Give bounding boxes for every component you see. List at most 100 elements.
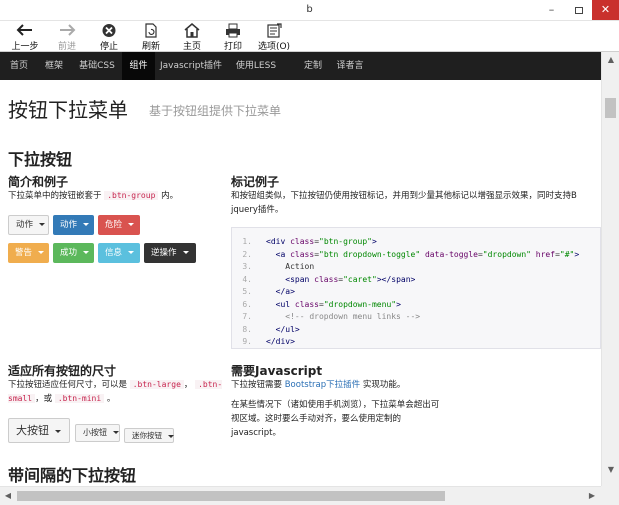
caret-down-icon bbox=[83, 223, 90, 226]
code-token: </div> bbox=[266, 337, 295, 346]
page-subtitle: 基于按钮组提供下拉菜单 bbox=[149, 104, 282, 118]
maximize-icon bbox=[574, 7, 583, 14]
scroll-down-icon[interactable]: ▼ bbox=[602, 462, 619, 478]
home-label: 主页 bbox=[182, 42, 201, 52]
back-label: 上一步 bbox=[11, 42, 39, 52]
code-token: class bbox=[290, 249, 315, 259]
small-dropdown-button[interactable]: 小按钮 bbox=[75, 424, 120, 442]
button-label: 大按钮 bbox=[16, 424, 49, 437]
code-token: > bbox=[396, 299, 401, 309]
intro-text-after: 内。 bbox=[161, 191, 179, 201]
nav-item-javascript[interactable]: Javascript插件 bbox=[155, 52, 227, 80]
options-icon bbox=[255, 23, 293, 39]
code-token: <span bbox=[266, 274, 315, 284]
nav-item-framework[interactable]: 框架 bbox=[39, 52, 69, 80]
line-number: 6. bbox=[242, 299, 252, 309]
scroll-up-icon[interactable]: ▲ bbox=[602, 52, 619, 68]
button-label: 成功 bbox=[60, 248, 78, 258]
caret-down-icon bbox=[128, 251, 135, 254]
code-token: "btn dropdown-toggle" bbox=[319, 249, 421, 259]
success-dropdown[interactable]: 成功 bbox=[53, 243, 94, 263]
code-token: <div bbox=[266, 237, 291, 246]
large-dropdown-button[interactable]: 大按钮 bbox=[8, 418, 70, 443]
sizes-separator: ， bbox=[183, 380, 193, 390]
code-token: <a bbox=[266, 249, 291, 259]
minimize-button[interactable]: – bbox=[538, 0, 565, 20]
caret-down-icon bbox=[113, 431, 119, 434]
code-token: </ul> bbox=[266, 324, 300, 334]
close-button[interactable]: ✕ bbox=[592, 0, 619, 20]
dropdown-plugin-link[interactable]: Bootstrap下拉插件 bbox=[285, 380, 360, 390]
nav-item-base-css[interactable]: 基础CSS bbox=[72, 52, 122, 80]
section-title-split-buttons: 带间隔的下拉按钮 bbox=[8, 466, 137, 485]
sizes-heading: 适应所有按钮的尺寸 bbox=[8, 364, 117, 378]
forward-button[interactable]: 前进 bbox=[52, 22, 82, 52]
danger-dropdown[interactable]: 危险 bbox=[98, 215, 140, 235]
vertical-scrollbar[interactable]: ▲ ▼ bbox=[601, 52, 619, 486]
caret-down-icon bbox=[55, 429, 61, 433]
nav-item-translator[interactable]: 译者言 bbox=[332, 52, 368, 80]
js-text-after: 实现功能。 bbox=[362, 380, 406, 390]
caret-down-icon bbox=[182, 251, 189, 254]
code-token: href bbox=[530, 249, 556, 259]
mini-dropdown-button[interactable]: 迷你按钮 bbox=[124, 428, 174, 443]
markup-text-1: 和按钮组类似，下拉按钮仍使用按钮标记，并用到少量其他标记以增强显示效果，同时支持… bbox=[231, 191, 577, 201]
sizes-text: 下拉按钮适应任何尺寸，可以是 .btn-large， .btn-small ，或 … bbox=[8, 378, 223, 406]
back-arrow-icon bbox=[8, 23, 42, 39]
code-line: 9. </div> bbox=[232, 335, 295, 348]
code-token: > bbox=[574, 249, 580, 259]
page-title: 按钮下拉菜单 bbox=[8, 98, 128, 122]
code-token: "caret" bbox=[343, 274, 377, 284]
refresh-button[interactable]: 刷新 bbox=[136, 22, 166, 52]
section-title-dropdown-buttons: 下拉按钮 bbox=[8, 150, 73, 169]
code-line: 4. <span class="caret"></span> bbox=[232, 273, 415, 286]
intro-heading: 简介和例子 bbox=[8, 175, 69, 189]
caret-down-icon bbox=[168, 434, 174, 438]
code-token: class bbox=[290, 237, 315, 246]
code-token: data-toggle bbox=[420, 249, 478, 259]
code-token: "btn-group" bbox=[319, 237, 372, 246]
info-dropdown[interactable]: 信息 bbox=[98, 243, 140, 263]
scroll-right-icon[interactable]: ▶ bbox=[584, 487, 600, 505]
button-label: 迷你按钮 bbox=[132, 431, 162, 440]
window-titlebar: b – ✕ bbox=[0, 0, 619, 21]
stop-label: 停止 bbox=[99, 42, 118, 52]
line-number: 4. bbox=[242, 274, 252, 284]
code-token: <!-- dropdown menu links --> bbox=[266, 312, 421, 321]
nav-item-less[interactable]: 使用LESS bbox=[228, 52, 284, 80]
nav-item-customize[interactable]: 定制 bbox=[298, 52, 328, 80]
sizes-text-lead: 下拉按钮适应任何尺寸，可以是 bbox=[8, 380, 128, 390]
options-label: 选项(O) bbox=[257, 42, 291, 52]
button-label: 动作 bbox=[60, 220, 78, 230]
code-line: 3. Action bbox=[232, 260, 314, 273]
horizontal-scroll-thumb[interactable] bbox=[17, 491, 445, 501]
horizontal-scrollbar[interactable]: ◀ ▶ bbox=[0, 486, 601, 505]
code-token: > bbox=[372, 237, 377, 246]
action-dropdown-default[interactable]: 动作 bbox=[8, 215, 49, 235]
line-number: 1. bbox=[242, 237, 252, 246]
print-button[interactable]: 打印 bbox=[218, 22, 248, 52]
maximize-button[interactable] bbox=[565, 0, 592, 20]
options-button[interactable]: 选项(O) bbox=[255, 22, 293, 52]
vertical-scroll-thumb[interactable] bbox=[605, 98, 616, 118]
code-token: "#" bbox=[559, 249, 575, 259]
scroll-left-icon[interactable]: ◀ bbox=[0, 487, 16, 505]
code-line: 1. <div class="btn-group"> bbox=[232, 235, 377, 248]
action-dropdown-primary[interactable]: 动作 bbox=[53, 215, 94, 235]
home-button[interactable]: 主页 bbox=[177, 22, 207, 52]
back-button[interactable]: 上一步 bbox=[8, 22, 42, 52]
code-line: 5. </a> bbox=[232, 285, 295, 298]
scrollbar-corner bbox=[601, 486, 619, 505]
code-btn-large: .btn-large bbox=[129, 380, 184, 389]
window-title: b bbox=[306, 4, 313, 15]
button-label: 动作 bbox=[16, 220, 34, 230]
inverse-dropdown[interactable]: 逆操作 bbox=[144, 243, 196, 263]
nav-item-home[interactable]: 首页 bbox=[6, 52, 32, 80]
browser-toolbar: 上一步 前进 停止 刷新 主页 打印 选项(O) bbox=[0, 21, 619, 52]
code-token: </a> bbox=[266, 287, 295, 296]
line-number: 9. bbox=[242, 337, 252, 346]
stop-button[interactable]: 停止 bbox=[94, 22, 124, 52]
caret-down-icon bbox=[38, 251, 45, 254]
nav-item-components[interactable]: 组件 bbox=[122, 52, 155, 80]
warning-dropdown[interactable]: 警告 bbox=[8, 243, 49, 263]
